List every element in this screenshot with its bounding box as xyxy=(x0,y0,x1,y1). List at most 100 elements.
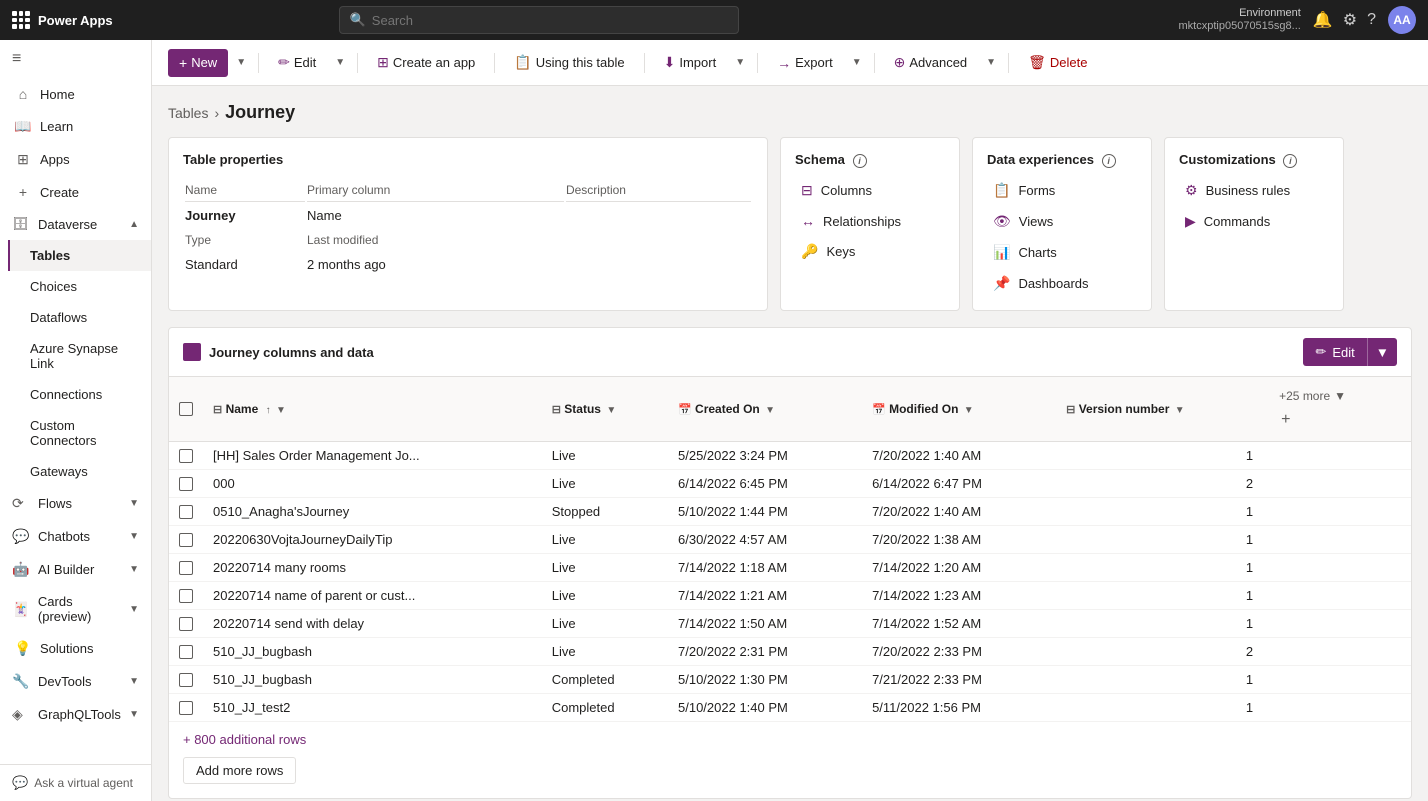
row-checkbox[interactable] xyxy=(179,561,193,575)
sidebar-group-devtools[interactable]: 🔧 DevTools ▼ xyxy=(0,665,151,698)
layout: ≡ ⌂ Home 📖 Learn ⊞ Apps + Create 🗄 Datav… xyxy=(0,40,1428,801)
avatar[interactable]: AA xyxy=(1388,6,1416,34)
virtual-agent-button[interactable]: 💬 Ask a virtual agent xyxy=(0,764,151,801)
table-properties-card: Table properties Name Primary column Des… xyxy=(168,137,768,311)
new-label: New xyxy=(191,55,217,70)
settings-icon[interactable]: ⚙ xyxy=(1343,10,1357,30)
chatbots-icon: 💬 xyxy=(12,528,30,545)
edit-button[interactable]: ✏ Edit xyxy=(267,48,327,77)
sidebar-item-home[interactable]: ⌂ Home xyxy=(0,78,151,110)
import-chevron[interactable]: ▼ xyxy=(731,52,749,73)
col-name-sort[interactable]: ↑ xyxy=(266,405,271,416)
devtools-icon: 🔧 xyxy=(12,673,30,690)
sidebar-item-dataflows[interactable]: Dataflows xyxy=(8,302,151,333)
row-checkbox[interactable] xyxy=(179,617,193,631)
search-bar[interactable]: 🔍 xyxy=(339,6,739,34)
delete-button[interactable]: 🗑 Delete xyxy=(1017,48,1098,77)
sidebar-item-solutions[interactable]: 💡 Solutions xyxy=(0,632,151,665)
col-modified-filter[interactable]: ▼ xyxy=(964,405,974,416)
row-checkbox[interactable] xyxy=(179,505,193,519)
row-checkbox[interactable] xyxy=(179,701,193,715)
sidebar-group-dataverse[interactable]: 🗄 Dataverse ▲ xyxy=(0,208,151,240)
edit-chevron[interactable]: ▼ xyxy=(331,52,349,73)
row-checkbox[interactable] xyxy=(179,477,193,491)
search-input[interactable] xyxy=(372,13,728,28)
sidebar-item-learn[interactable]: 📖 Learn xyxy=(0,110,151,143)
col-name-filter[interactable]: ▼ xyxy=(276,405,286,416)
sidebar-item-create[interactable]: + Create xyxy=(0,176,151,208)
customizations-info-icon[interactable]: i xyxy=(1283,154,1297,168)
row-checkbox[interactable] xyxy=(179,589,193,603)
new-chevron[interactable]: ▼ xyxy=(232,52,250,73)
col-more: +25 more ▼ + xyxy=(1263,377,1411,442)
sidebar-item-label: Apps xyxy=(40,152,70,167)
data-exp-item-charts[interactable]: 📊 Charts xyxy=(987,240,1137,265)
more-cols-button[interactable]: +25 more ▼ xyxy=(1273,385,1352,407)
data-exp-item-dashboards[interactable]: 📌 Dashboards xyxy=(987,271,1137,296)
col-version: ⊟ Version number ▼ xyxy=(1056,377,1263,442)
custom-item-commands[interactable]: ▶ Commands xyxy=(1179,209,1329,234)
schema-item-relationships[interactable]: ↔ Relationships xyxy=(795,209,945,233)
sidebar-item-tables[interactable]: Tables xyxy=(8,240,151,271)
sidebar-group-flows[interactable]: ⟳ Flows ▼ xyxy=(0,487,151,520)
sidebar-item-custom-connectors[interactable]: Custom Connectors xyxy=(8,410,151,456)
add-col-button[interactable]: + xyxy=(1273,407,1298,433)
sidebar-group-chatbots[interactable]: 💬 Chatbots ▼ xyxy=(0,520,151,553)
advanced-chevron[interactable]: ▼ xyxy=(982,52,1000,73)
row-modified: 7/21/2022 2:33 PM xyxy=(862,666,1056,694)
sidebar-item-choices[interactable]: Choices xyxy=(8,271,151,302)
export-button[interactable]: → Export xyxy=(766,49,844,77)
edit-icon: ✏ xyxy=(278,54,290,71)
data-edit-button[interactable]: ✏ Edit xyxy=(1303,338,1366,366)
props-primary-value: Name xyxy=(307,204,564,227)
add-rows-button[interactable]: Add more rows xyxy=(183,757,296,784)
business-rules-icon: ⚙ xyxy=(1185,182,1198,199)
row-status: Live xyxy=(542,610,668,638)
solutions-icon: 💡 xyxy=(14,640,32,657)
sidebar-item-apps[interactable]: ⊞ Apps xyxy=(0,143,151,176)
sidebar-item-label: Dataflows xyxy=(30,310,87,325)
schema-item-keys[interactable]: 🔑 Keys xyxy=(795,239,945,264)
sidebar-item-azure-synapse[interactable]: Azure Synapse Link xyxy=(8,333,151,379)
sidebar-collapse-button[interactable]: ≡ xyxy=(0,40,151,78)
row-checkbox[interactable] xyxy=(179,449,193,463)
notification-icon[interactable]: 🔔 xyxy=(1313,10,1333,30)
data-exp-item-views[interactable]: 👁 Views xyxy=(987,209,1137,234)
more-rows-link[interactable]: + 800 additional rows xyxy=(183,732,306,747)
sidebar-group-ai-builder[interactable]: 🤖 AI Builder ▼ xyxy=(0,553,151,586)
relationships-label: Relationships xyxy=(823,214,901,229)
custom-item-business-rules[interactable]: ⚙ Business rules xyxy=(1179,178,1329,203)
row-checkbox[interactable] xyxy=(179,673,193,687)
help-icon[interactable]: ? xyxy=(1367,11,1376,29)
new-button[interactable]: + New xyxy=(168,49,228,77)
table-properties-title: Table properties xyxy=(183,152,753,167)
sidebar-group-cards[interactable]: 🃏 Cards (preview) ▼ xyxy=(0,586,151,632)
data-edit-chevron[interactable]: ▼ xyxy=(1367,338,1397,366)
export-chevron[interactable]: ▼ xyxy=(848,52,866,73)
import-button[interactable]: ⬇ Import xyxy=(653,48,728,77)
col-created-filter[interactable]: ▼ xyxy=(765,405,775,416)
row-name: 20220714 many rooms xyxy=(203,554,542,582)
row-created: 7/20/2022 2:31 PM xyxy=(668,638,862,666)
schema-info-icon[interactable]: i xyxy=(853,154,867,168)
col-status-filter[interactable]: ▼ xyxy=(606,405,616,416)
header-checkbox[interactable] xyxy=(179,402,193,416)
create-app-button[interactable]: ⊞ Create an app xyxy=(366,48,486,77)
schema-item-columns[interactable]: ⊟ Columns xyxy=(795,178,945,203)
app-launcher[interactable]: Power Apps xyxy=(12,11,113,29)
row-checkbox[interactable] xyxy=(179,645,193,659)
using-table-button[interactable]: 📋 Using this table xyxy=(503,48,635,77)
row-name: 510_JJ_test2 xyxy=(203,694,542,722)
col-version-filter[interactable]: ▼ xyxy=(1175,405,1185,416)
advanced-button[interactable]: ⊕ Advanced xyxy=(883,48,979,77)
row-checkbox[interactable] xyxy=(179,533,193,547)
sidebar-group-graphql[interactable]: ◈ GraphQLTools ▼ xyxy=(0,698,151,731)
data-experiences-info-icon[interactable]: i xyxy=(1102,154,1116,168)
data-exp-item-forms[interactable]: 📋 Forms xyxy=(987,178,1137,203)
sidebar-item-gateways[interactable]: Gateways xyxy=(8,456,151,487)
sidebar-item-label: Gateways xyxy=(30,464,88,479)
schema-items: ⊟ Columns ↔ Relationships 🔑 Keys xyxy=(795,178,945,264)
sidebar-item-connections[interactable]: Connections xyxy=(8,379,151,410)
breadcrumb-tables[interactable]: Tables xyxy=(168,105,208,121)
environment-label: Environment xyxy=(1179,7,1301,20)
